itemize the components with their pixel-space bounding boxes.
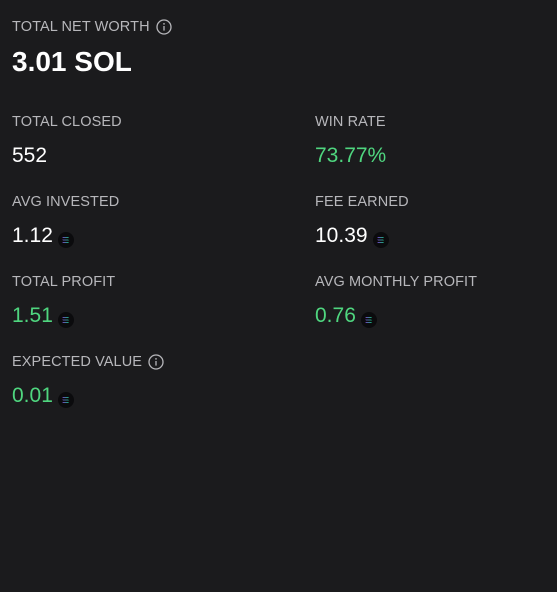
stat-fee-earned: FEE EARNED 10.39 [315,193,555,249]
stat-total-profit: TOTAL PROFIT 1.51 [12,273,252,329]
stat-label: WIN RATE [315,114,386,130]
stat-label-row: EXPECTED VALUE [12,353,252,371]
stat-total-closed: TOTAL CLOSED 552 [12,113,252,169]
stat-value: 1.51 [12,303,252,329]
stat-expected-value: EXPECTED VALUE 0.01 [12,353,252,409]
sol-token-icon [57,229,74,248]
stat-value: 73.77% [315,144,387,167]
stat-label: EXPECTED VALUE [12,354,143,370]
stat-value: 1.12 [12,223,252,249]
stat-value: 10.39 [315,223,555,249]
sol-token-icon [372,229,389,248]
info-circle-icon[interactable] [156,19,172,35]
net-worth-label: TOTAL NET WORTH [12,19,150,35]
stat-label: AVG INVESTED [12,194,120,210]
sol-token-icon [360,309,377,328]
stat-value: 0.01 [12,383,252,409]
stat-value: 0.76 [315,303,555,329]
sol-token-icon [57,389,74,408]
stats-panel: TOTAL NET WORTH 3.01 SOL TOTAL CLOSED 55… [0,0,557,592]
stat-value: 552 [12,144,48,167]
sol-token-icon [57,309,74,328]
stat-avg-invested: AVG INVESTED 1.12 [12,193,252,249]
stat-label: AVG MONTHLY PROFIT [315,274,478,290]
stat-label: TOTAL PROFIT [12,274,116,290]
info-circle-icon[interactable] [148,354,164,370]
stat-win-rate: WIN RATE 73.77% [315,113,555,169]
stat-label: FEE EARNED [315,194,409,210]
stat-label: TOTAL CLOSED [12,114,122,130]
net-worth-value: 3.01 SOL [12,46,132,77]
stat-avg-monthly-profit: AVG MONTHLY PROFIT 0.76 [315,273,555,329]
net-worth-label-row: TOTAL NET WORTH [12,18,172,36]
